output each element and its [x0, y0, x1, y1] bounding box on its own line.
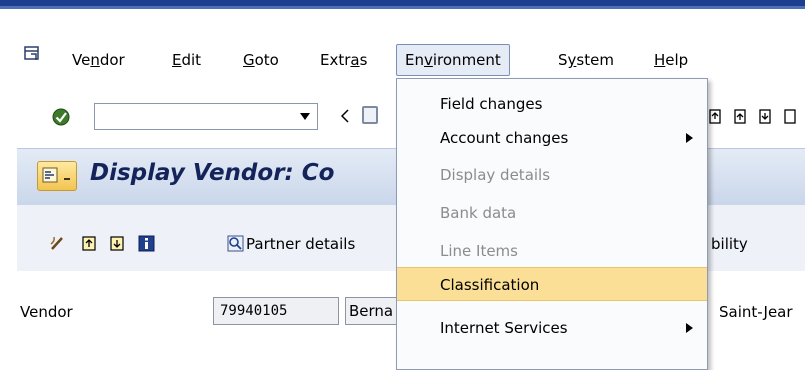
menu-item-label: Classification — [440, 276, 540, 294]
menu-item-label: Display details — [440, 166, 551, 184]
window-top-bar-accent — [0, 6, 805, 9]
first-page-icon[interactable] — [708, 108, 724, 126]
enter-check-icon[interactable] — [52, 108, 70, 126]
partner-search-icon[interactable] — [227, 235, 244, 252]
menu-system[interactable]: System — [558, 51, 614, 69]
menu-vendor[interactable]: Vendor — [72, 51, 125, 69]
menu-item-internet-services[interactable]: Internet Services — [397, 311, 707, 345]
vendor-label: Vendor — [20, 303, 73, 321]
save-icon[interactable] — [362, 106, 378, 124]
previous-record-icon[interactable] — [81, 235, 98, 252]
gui-options-button[interactable] — [37, 161, 77, 191]
command-dropdown-arrow-icon[interactable] — [300, 113, 310, 120]
menu-help[interactable]: Help — [654, 51, 688, 69]
partner-details-button[interactable]: Partner details — [246, 235, 355, 253]
menu-item-account-changes[interactable]: Account changes — [397, 121, 707, 155]
gui-options-icon — [42, 167, 58, 183]
menu-item-display-details: Display details — [397, 158, 707, 192]
menu-item-bank-data: Bank data — [397, 196, 707, 230]
vendor-number-field[interactable]: 79940105 — [213, 297, 339, 325]
menu-item-label: Account changes — [440, 129, 569, 147]
next-record-icon[interactable] — [109, 235, 126, 252]
info-icon[interactable] — [138, 235, 155, 252]
back-arrow-icon[interactable] — [341, 109, 349, 123]
switch-display-change-icon[interactable] — [49, 235, 66, 252]
last-page-icon[interactable] — [783, 108, 799, 126]
chevron-down-icon — [64, 178, 70, 180]
next-page-icon[interactable] — [758, 108, 774, 126]
menu-item-field-changes[interactable]: Field changes — [397, 87, 707, 121]
submenu-arrow-icon — [686, 323, 693, 333]
page-title: Display Vendor: Co — [90, 160, 335, 186]
menu-goto[interactable]: Goto — [243, 51, 279, 69]
menu-item-label: Field changes — [440, 95, 543, 113]
environment-dropdown-menu: Field changes Account changes Display de… — [396, 78, 708, 370]
command-field[interactable] — [94, 103, 318, 130]
previous-page-icon[interactable] — [733, 108, 749, 126]
menu-edit[interactable]: Edit — [172, 51, 201, 69]
menu-popup-icon[interactable] — [24, 46, 40, 62]
menu-item-label: Bank data — [440, 204, 517, 222]
menu-extras[interactable]: Extras — [320, 51, 367, 69]
vendor-city: Saint-Jear — [719, 303, 793, 321]
menu-item-classification[interactable]: Classification — [397, 267, 707, 301]
availability-button-truncated[interactable]: bility — [711, 235, 748, 253]
menu-environment[interactable]: Environment — [396, 44, 510, 76]
menu-item-label: Internet Services — [440, 319, 568, 337]
menu-item-label: Line Items — [440, 242, 518, 260]
menu-item-line-items: Line Items — [397, 234, 707, 268]
submenu-arrow-icon — [686, 133, 693, 143]
